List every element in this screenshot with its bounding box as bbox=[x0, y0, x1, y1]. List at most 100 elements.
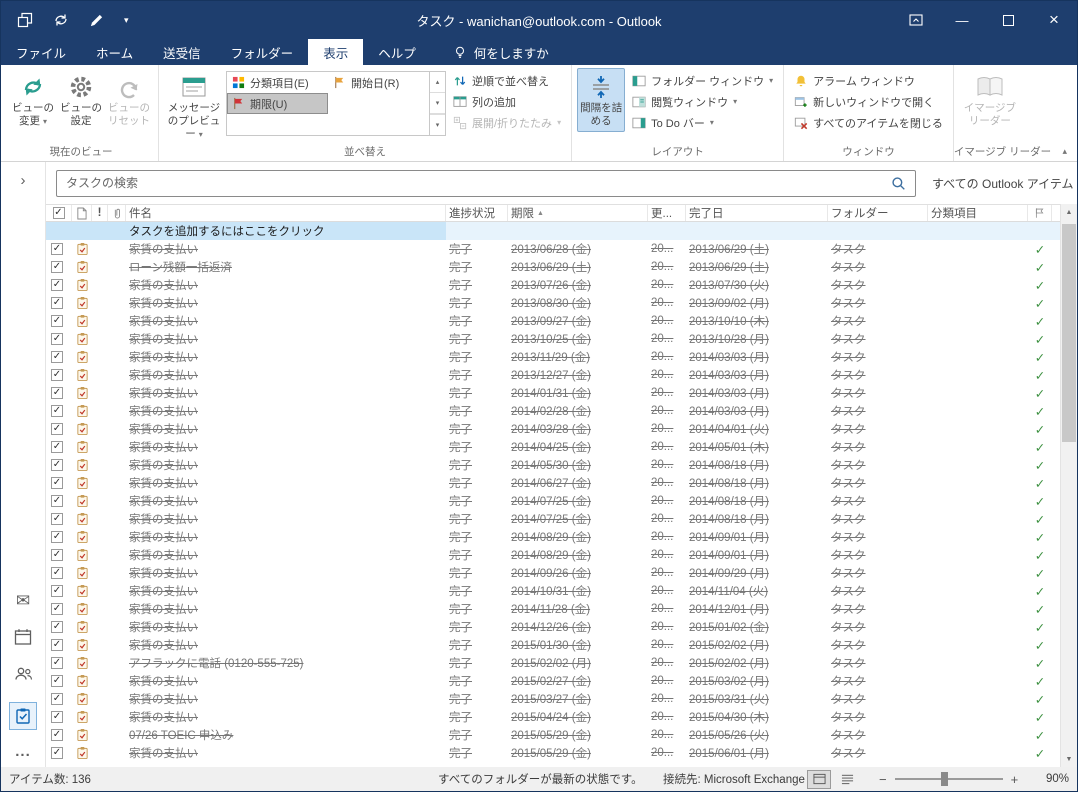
collapse-ribbon-button[interactable]: ▴ bbox=[1062, 146, 1067, 157]
completed-check-icon[interactable]: ✓ bbox=[1028, 638, 1052, 653]
folder-column-header[interactable]: フォルダー bbox=[828, 205, 928, 221]
arrange-by-due-date[interactable]: 期限(U) bbox=[227, 93, 328, 114]
zoom-level[interactable]: 90% bbox=[1046, 767, 1069, 791]
task-complete-checkbox[interactable]: ✓ bbox=[51, 315, 63, 327]
task-complete-checkbox[interactable]: ✓ bbox=[51, 351, 63, 363]
completed-check-icon[interactable]: ✓ bbox=[1028, 494, 1052, 509]
task-row[interactable]: ✓ 07/26 TOEIC 申込み 完了 2015/05/29 (金) 20..… bbox=[46, 726, 1060, 744]
task-complete-checkbox[interactable]: ✓ bbox=[51, 477, 63, 489]
task-complete-checkbox[interactable]: ✓ bbox=[51, 567, 63, 579]
task-row[interactable]: ✓ 家賃の支払い 完了 2015/03/27 (金) 20... 2015/03… bbox=[46, 690, 1060, 708]
completed-check-icon[interactable]: ✓ bbox=[1028, 386, 1052, 401]
task-complete-checkbox[interactable]: ✓ bbox=[51, 585, 63, 597]
tab-view[interactable]: 表示 bbox=[308, 39, 364, 65]
task-row[interactable]: ✓ 家賃の支払い 完了 2013/09/27 (金) 20... 2013/10… bbox=[46, 312, 1060, 330]
completed-date-column-header[interactable]: 完了日 bbox=[686, 205, 828, 221]
reverse-sort-button[interactable]: 逆順で並べ替え bbox=[448, 70, 566, 91]
task-row[interactable]: ✓ 家賃の支払い 完了 2014/06/27 (金) 20... 2014/08… bbox=[46, 474, 1060, 492]
zoom-slider-thumb[interactable] bbox=[940, 772, 948, 786]
completed-check-icon[interactable]: ✓ bbox=[1028, 332, 1052, 347]
completed-check-icon[interactable]: ✓ bbox=[1028, 296, 1052, 311]
due-date-column-header[interactable]: 期限 ▲ bbox=[508, 205, 648, 221]
zoom-in-button[interactable]: + bbox=[1011, 772, 1019, 787]
completed-check-icon[interactable]: ✓ bbox=[1028, 674, 1052, 689]
select-all-checkbox[interactable]: ✓ bbox=[52, 207, 65, 219]
tab-file[interactable]: ファイル bbox=[1, 39, 81, 65]
task-complete-checkbox[interactable]: ✓ bbox=[51, 675, 63, 687]
reminders-window-button[interactable]: アラーム ウィンドウ bbox=[789, 70, 948, 91]
task-complete-checkbox[interactable]: ✓ bbox=[51, 693, 63, 705]
completed-check-icon[interactable]: ✓ bbox=[1028, 350, 1052, 365]
completed-check-icon[interactable]: ✓ bbox=[1028, 314, 1052, 329]
qat-customize-chevron-icon[interactable]: ▾ bbox=[124, 15, 129, 26]
add-columns-button[interactable]: 列の追加 bbox=[448, 91, 566, 112]
task-complete-checkbox[interactable]: ✓ bbox=[51, 603, 63, 615]
task-complete-checkbox[interactable]: ✓ bbox=[51, 261, 63, 273]
arrange-by-start-date[interactable]: 開始日(R) bbox=[328, 72, 429, 93]
completed-check-icon[interactable]: ✓ bbox=[1028, 548, 1052, 563]
task-row[interactable]: ✓ 家賃の支払い 完了 2014/09/26 (金) 20... 2014/09… bbox=[46, 564, 1060, 582]
task-row[interactable]: ✓ 家賃の支払い 完了 2015/04/24 (金) 20... 2015/04… bbox=[46, 708, 1060, 726]
task-complete-checkbox[interactable]: ✓ bbox=[51, 495, 63, 507]
completed-check-icon[interactable]: ✓ bbox=[1028, 242, 1052, 257]
completed-check-icon[interactable]: ✓ bbox=[1028, 746, 1052, 761]
zoom-slider[interactable] bbox=[894, 772, 1003, 786]
calendar-icon[interactable] bbox=[14, 628, 32, 646]
expand-folder-pane-button[interactable]: › bbox=[1, 172, 45, 189]
task-complete-checkbox[interactable]: ✓ bbox=[51, 423, 63, 435]
task-complete-checkbox[interactable]: ✓ bbox=[51, 711, 63, 723]
task-row[interactable]: ✓ 家賃の支払い 完了 2014/10/31 (金) 20... 2014/11… bbox=[46, 582, 1060, 600]
importance-column-header[interactable]: ! bbox=[92, 205, 108, 221]
task-complete-checkbox[interactable]: ✓ bbox=[51, 279, 63, 291]
todo-bar-button[interactable]: To Do バー ▾ bbox=[627, 112, 778, 133]
expand-collapse-button[interactable]: 展開/折りたたみ ▾ bbox=[448, 112, 566, 133]
completed-check-icon[interactable]: ✓ bbox=[1028, 530, 1052, 545]
modified-column-header[interactable]: 更... bbox=[648, 205, 686, 221]
task-row[interactable]: ✓ 家賃の支払い 完了 2014/05/30 (金) 20... 2014/08… bbox=[46, 456, 1060, 474]
vertical-scrollbar[interactable]: ▲ ▼ bbox=[1060, 204, 1077, 767]
task-row[interactable]: ✓ 家賃の支払い 完了 2014/01/31 (金) 20... 2014/03… bbox=[46, 384, 1060, 402]
task-complete-checkbox[interactable]: ✓ bbox=[51, 333, 63, 345]
tab-help[interactable]: ヘルプ bbox=[363, 39, 431, 65]
task-row[interactable]: ✓ 家賃の支払い 完了 2014/12/26 (金) 20... 2015/01… bbox=[46, 618, 1060, 636]
message-preview-button[interactable]: メッセージのプレビュー ▾ bbox=[164, 68, 224, 145]
task-complete-checkbox[interactable]: ✓ bbox=[51, 405, 63, 417]
task-row[interactable]: ✓ 家賃の支払い 完了 2014/11/28 (金) 20... 2014/12… bbox=[46, 600, 1060, 618]
completed-check-icon[interactable]: ✓ bbox=[1028, 656, 1052, 671]
task-complete-checkbox[interactable]: ✓ bbox=[51, 729, 63, 741]
search-scope-dropdown[interactable]: すべての Outlook アイテム ▾ bbox=[932, 175, 1077, 192]
task-complete-checkbox[interactable]: ✓ bbox=[51, 531, 63, 543]
completed-check-icon[interactable]: ✓ bbox=[1028, 728, 1052, 743]
completed-check-icon[interactable]: ✓ bbox=[1028, 602, 1052, 617]
task-row[interactable]: ✓ 家賃の支払い 完了 2014/07/25 (金) 20... 2014/08… bbox=[46, 510, 1060, 528]
task-row[interactable]: ✓ 家賃の支払い 完了 2014/03/28 (金) 20... 2014/04… bbox=[46, 420, 1060, 438]
reading-view-button[interactable] bbox=[835, 770, 859, 789]
completed-check-icon[interactable]: ✓ bbox=[1028, 710, 1052, 725]
task-complete-checkbox[interactable]: ✓ bbox=[51, 387, 63, 399]
search-box[interactable] bbox=[56, 169, 916, 197]
app-icon[interactable] bbox=[17, 12, 33, 28]
pen-input-icon[interactable] bbox=[89, 13, 104, 28]
tighter-spacing-button[interactable]: 間隔を詰める bbox=[577, 68, 626, 133]
completed-check-icon[interactable]: ✓ bbox=[1028, 440, 1052, 455]
task-row[interactable]: ✓ 家賃の支払い 完了 2014/02/28 (金) 20... 2014/03… bbox=[46, 402, 1060, 420]
scrollbar-thumb[interactable] bbox=[1062, 224, 1076, 442]
add-task-row[interactable]: タスクを追加するにはここをクリック bbox=[46, 222, 1060, 240]
ribbon-display-options-button[interactable] bbox=[893, 1, 939, 39]
tasks-icon-selected[interactable] bbox=[9, 702, 37, 730]
task-row[interactable]: ✓ 家賃の支払い 完了 2013/12/27 (金) 20... 2014/03… bbox=[46, 366, 1060, 384]
task-row[interactable]: ✓ 家賃の支払い 完了 2013/06/28 (金) 20... 2013/06… bbox=[46, 240, 1060, 258]
task-complete-checkbox[interactable]: ✓ bbox=[51, 369, 63, 381]
task-row[interactable]: ✓ 家賃の支払い 完了 2013/08/30 (金) 20... 2013/09… bbox=[46, 294, 1060, 312]
tell-me-search[interactable]: 何をしますか bbox=[453, 39, 549, 65]
send-receive-icon[interactable] bbox=[53, 12, 69, 28]
task-complete-checkbox[interactable]: ✓ bbox=[51, 621, 63, 633]
completed-check-icon[interactable]: ✓ bbox=[1028, 566, 1052, 581]
maximize-button[interactable] bbox=[985, 1, 1031, 39]
task-row[interactable]: ✓ 家賃の支払い 完了 2014/07/25 (金) 20... 2014/08… bbox=[46, 492, 1060, 510]
tab-send-receive[interactable]: 送受信 bbox=[148, 39, 216, 65]
completed-check-icon[interactable]: ✓ bbox=[1028, 368, 1052, 383]
task-row[interactable]: ✓ 家賃の支払い 完了 2014/08/29 (金) 20... 2014/09… bbox=[46, 546, 1060, 564]
arrange-by-categories[interactable]: 分類項目(E) bbox=[227, 72, 328, 93]
close-button[interactable]: × bbox=[1031, 1, 1077, 39]
